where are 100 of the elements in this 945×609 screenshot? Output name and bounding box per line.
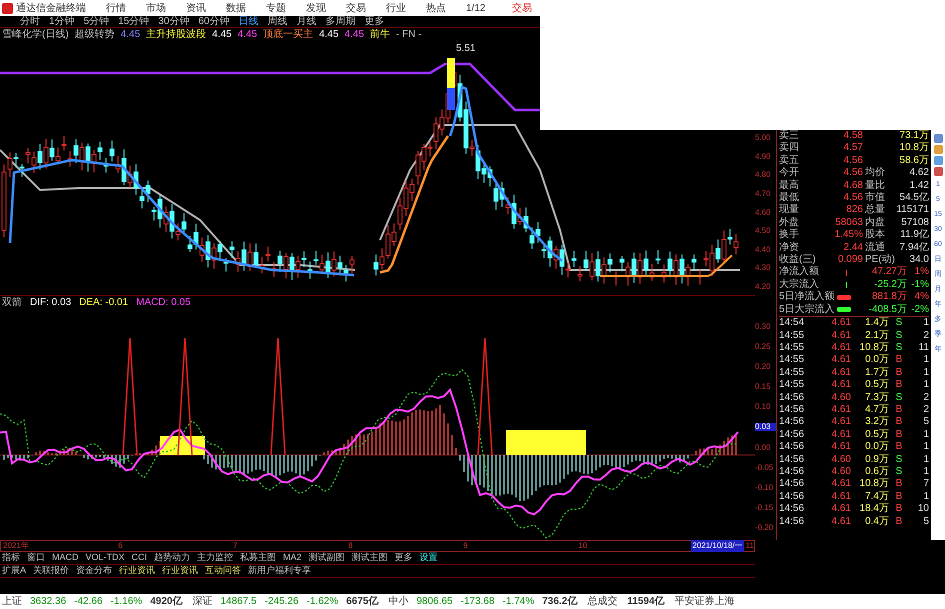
indicator-tab[interactable]: MA2 — [283, 551, 302, 565]
trade-button[interactable]: 交易 — [512, 0, 532, 16]
indicator-tab[interactable]: 互动问答 — [205, 564, 242, 578]
tick-count: 5 — [922, 516, 929, 528]
index-percent: -1.62% — [306, 595, 338, 609]
quote-label: 总量 — [864, 204, 886, 216]
macd-axis-label: 0.15 — [755, 383, 772, 392]
indicator-tab[interactable]: 窗口 — [27, 551, 45, 565]
indicator-tab[interactable]: 新用户福利专享 — [248, 564, 312, 578]
tick-volume: 7.4万 — [864, 490, 889, 504]
indicator-tab[interactable]: 测试主图 — [352, 551, 388, 565]
price-axis-label: 5.00 — [755, 134, 772, 142]
quote-label: 现量 — [779, 204, 800, 217]
indicator-name: 双箭 — [2, 296, 22, 310]
menu-item[interactable]: 发现 — [306, 0, 326, 16]
menu-item[interactable]: 专题 — [266, 0, 286, 16]
indicator-tab[interactable]: VOL-TDX — [86, 551, 125, 565]
price-axis-label: 4.50 — [755, 227, 772, 236]
menu-item[interactable]: 资讯 — [186, 0, 206, 16]
period-tab[interactable]: 60分钟 — [198, 14, 230, 29]
quote-value: 826 — [845, 204, 863, 217]
tick-price: 4.61 — [830, 516, 851, 528]
macd-axis-label: -0.20 — [755, 524, 774, 532]
date-axis-label: 6 — [117, 540, 124, 552]
tick-count: 7 — [922, 478, 929, 491]
macd-axis-label: 0.00 — [755, 444, 772, 452]
period-tab[interactable]: 周线 — [268, 14, 288, 29]
period-tab[interactable]: 月线 — [296, 14, 316, 29]
menu-item[interactable]: 热点 — [426, 0, 446, 16]
index-change: -245.26 — [264, 595, 299, 609]
quote-value: 1.45% — [834, 229, 863, 242]
period-tab[interactable]: 1分钟 — [49, 14, 75, 29]
menu-item[interactable]: 交易 — [346, 0, 366, 16]
indicator-tab[interactable]: 更多 — [394, 551, 413, 565]
macd-axis-label: 0.20 — [755, 363, 772, 372]
indicator-tab[interactable]: 设置 — [420, 551, 438, 565]
tick-time: 14:55 — [779, 379, 806, 392]
menu-item[interactable]: 市场 — [146, 0, 166, 16]
total-label: 总成交 — [587, 594, 618, 609]
tick-time: 14:56 — [779, 441, 806, 454]
index-amount: 736.2亿 — [542, 594, 578, 609]
period-tab[interactable]: 日线 — [238, 14, 258, 29]
indicator-value: 前牛 — [370, 28, 390, 42]
indicator-tab[interactable]: 行业资讯 — [119, 564, 156, 578]
price-axis-label: 4.30 — [755, 264, 772, 272]
tick-count: 1 — [922, 466, 929, 478]
period-tab[interactable]: 多周期 — [326, 14, 356, 29]
index-amount: 4920亿 — [150, 594, 182, 609]
indicator-tab[interactable]: 行业资讯 — [162, 564, 198, 578]
tick-side: S — [894, 392, 904, 404]
tick-count: 1 — [922, 454, 929, 466]
menu-item[interactable]: 数据 — [226, 0, 246, 16]
indicator-tab[interactable]: 关联报价 — [33, 564, 70, 578]
tick-count: 1 — [922, 428, 929, 442]
tick-price: 4.61 — [830, 478, 851, 491]
peak-price-label: 5.51 — [456, 42, 476, 56]
period-tab[interactable]: 5分钟 — [84, 14, 110, 29]
broker-name: 平安证券上海 — [674, 594, 735, 609]
price-axis-label: 4.80 — [755, 171, 772, 180]
indicator-tab[interactable]: 资金分布 — [76, 564, 112, 578]
date-axis-label: 2021年 — [2, 540, 30, 552]
quote-price: 4.57 — [842, 142, 863, 155]
period-tab[interactable]: 30分钟 — [158, 14, 190, 29]
flow-value: -408.5万 — [868, 304, 907, 316]
quote-volume: 58.6万 — [898, 154, 929, 168]
menu-item[interactable]: 1/12 — [466, 0, 486, 16]
quote-label: 市值 — [864, 192, 886, 204]
index-amount: 6675亿 — [346, 594, 378, 609]
indicator-tab[interactable]: 指标 — [2, 551, 20, 565]
quote-value: 1.42 — [908, 180, 929, 192]
indicator-tab[interactable]: 趋势动力 — [154, 551, 190, 565]
tick-side: S — [894, 466, 904, 478]
indicator-tab[interactable]: CCI — [132, 551, 148, 565]
indicator-tab[interactable]: MACD — [52, 551, 78, 565]
menu-item[interactable]: 行业 — [386, 0, 406, 16]
quote-price: 4.58 — [842, 130, 863, 142]
indicator-value: DIF: 0.03 — [30, 296, 72, 310]
menu-item[interactable]: 行情 — [106, 0, 126, 16]
indicator-tab[interactable]: 私募主图 — [240, 551, 276, 565]
period-tab[interactable]: 分时 — [20, 14, 40, 29]
flow-label: 净流入额 — [779, 266, 820, 278]
indicator-tab[interactable]: 主力监控 — [197, 551, 234, 565]
tick-side: B — [894, 503, 904, 516]
tick-side: B — [894, 379, 904, 392]
index-name: 上证 — [2, 594, 22, 609]
tick-price: 4.61 — [830, 366, 851, 380]
quote-label: PE(动) — [864, 254, 893, 266]
tick-time: 14:56 — [779, 428, 806, 442]
indicator-tab[interactable]: 测试副图 — [308, 551, 345, 565]
flow-value: -25.2万 — [873, 278, 907, 292]
period-tab[interactable]: 更多 — [364, 14, 384, 29]
tick-time: 14:56 — [779, 416, 806, 429]
quote-label: 最低 — [779, 192, 800, 204]
indicator-value: 4.45 — [212, 28, 232, 42]
tick-volume: 4.7万 — [864, 404, 889, 416]
period-tab[interactable]: 15分钟 — [118, 14, 150, 29]
indicator-tab[interactable]: 扩展A — [2, 564, 26, 578]
tick-price: 4.61 — [830, 379, 851, 392]
indicator-name: 超级转势 — [74, 28, 115, 42]
flow-percent: -1% — [910, 278, 929, 292]
